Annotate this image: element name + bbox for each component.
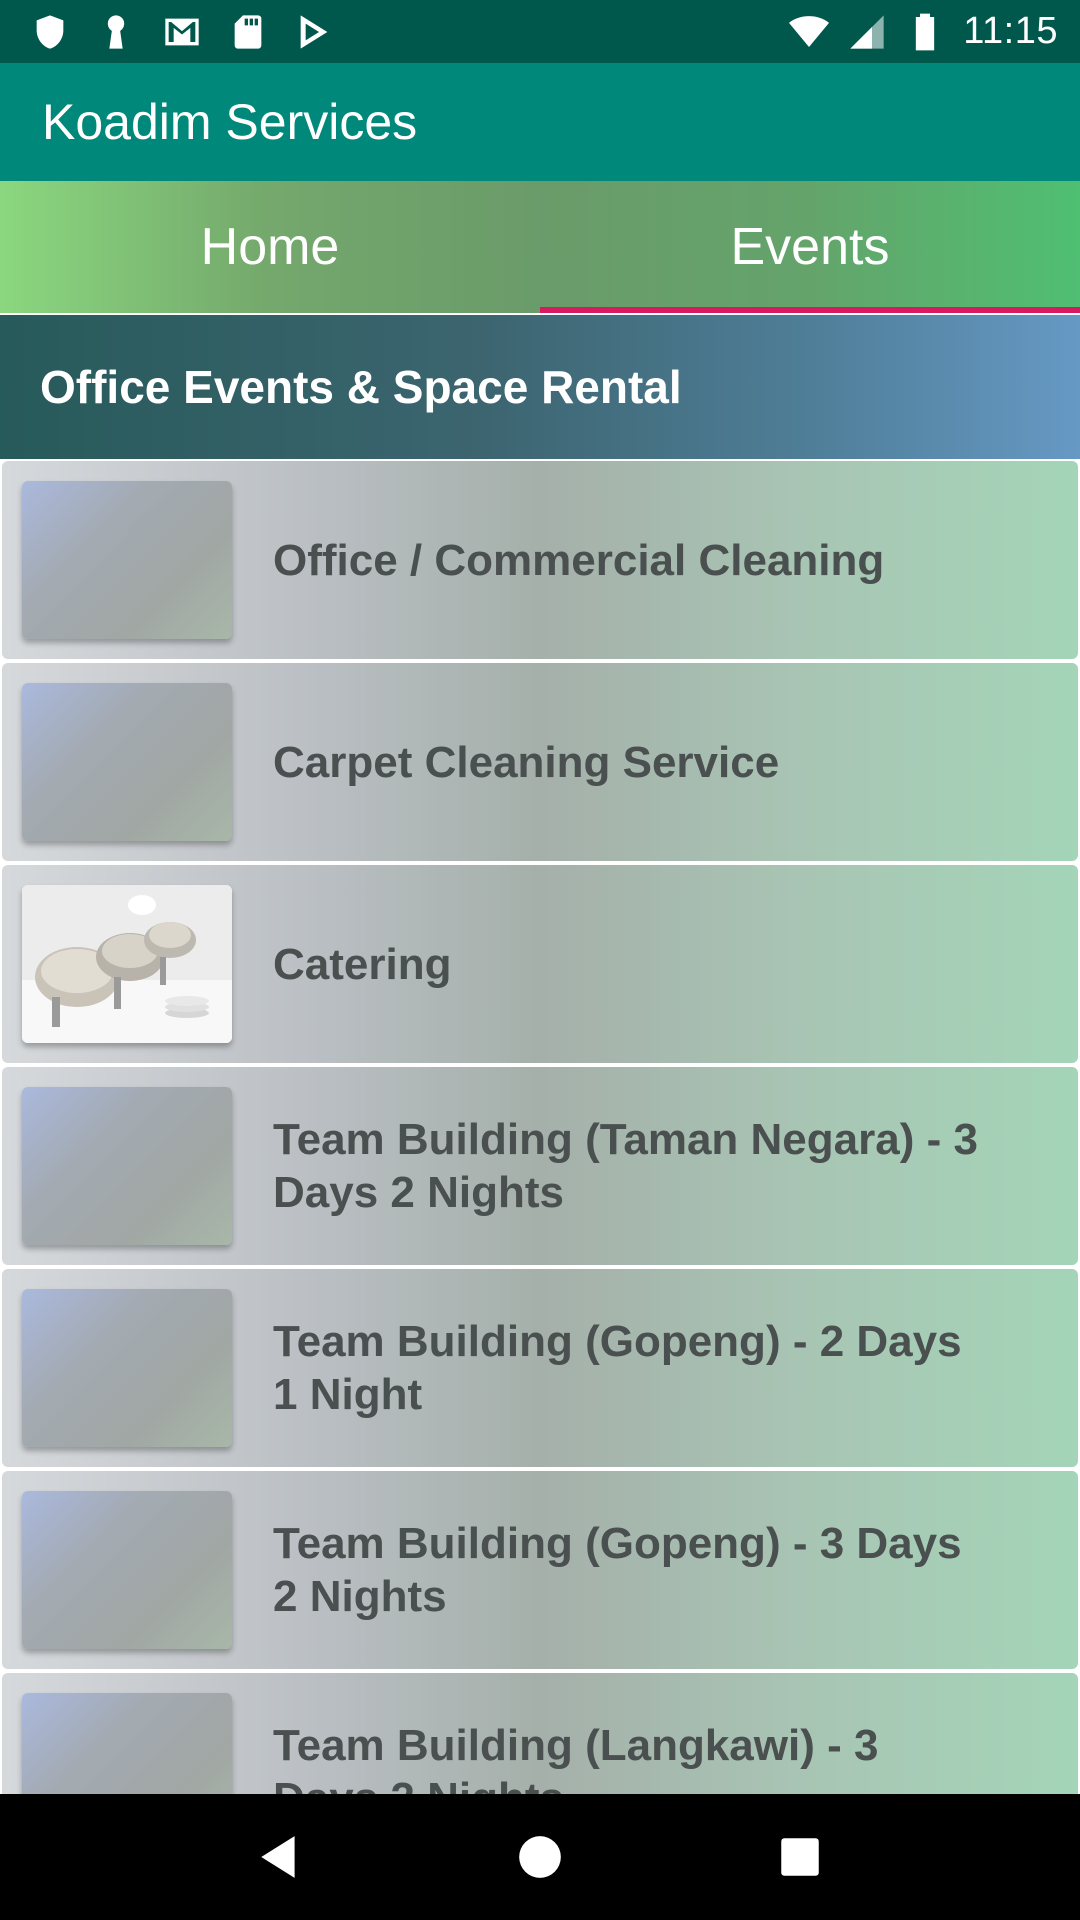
item-thumbnail — [22, 1289, 232, 1447]
item-label: Team Building (Taman Negara) - 3 Days 2 … — [273, 1115, 978, 1217]
item-label: Catering — [273, 940, 452, 989]
wifi-icon — [789, 12, 830, 52]
item-thumbnail — [22, 1693, 232, 1794]
list-item-team-building-langkawi[interactable]: Team Building (Langkawi) - 3 Days 2 Nigh… — [2, 1673, 1078, 1794]
shield-icon — [30, 12, 70, 52]
keyhole-icon — [96, 12, 136, 52]
item-label: Team Building (Gopeng) - 3 Days 2 Nights — [273, 1519, 962, 1621]
tab-bar: Home Events — [0, 181, 1080, 313]
list-item-team-building-gopeng-3d2n[interactable]: Team Building (Gopeng) - 3 Days 2 Nights — [2, 1471, 1078, 1669]
recents-icon[interactable] — [760, 1817, 840, 1897]
section-title: Office Events & Space Rental — [40, 361, 682, 413]
battery-icon — [905, 12, 945, 52]
item-label: Team Building (Gopeng) - 2 Days 1 Night — [273, 1317, 962, 1419]
status-bar: 11:15 — [0, 0, 1080, 63]
status-clock: 11:15 — [963, 10, 1058, 52]
list-item-team-building-gopeng-2d1n[interactable]: Team Building (Gopeng) - 2 Days 1 Night — [2, 1269, 1078, 1467]
home-icon[interactable] — [500, 1817, 580, 1897]
back-icon[interactable] — [240, 1817, 320, 1897]
list-item-carpet-cleaning[interactable]: Carpet Cleaning Service — [2, 663, 1078, 861]
system-nav-bar — [0, 1794, 1080, 1920]
item-thumbnail — [22, 1491, 232, 1649]
gmail-icon — [162, 12, 202, 52]
item-thumbnail — [22, 683, 232, 841]
play-store-icon — [294, 12, 334, 52]
signal-icon — [847, 12, 887, 52]
item-label: Office / Commercial Cleaning — [273, 536, 885, 585]
events-list[interactable]: Office / Commercial Cleaning Carpet Clea… — [0, 461, 1080, 1794]
section-header: Office Events & Space Rental — [0, 315, 1080, 459]
item-label: Team Building (Langkawi) - 3 Days 2 Nigh… — [273, 1721, 879, 1794]
item-thumbnail — [22, 481, 232, 639]
list-item-team-building-taman-negara[interactable]: Team Building (Taman Negara) - 3 Days 2 … — [2, 1067, 1078, 1265]
app-title: Koadim Services — [42, 94, 418, 150]
status-left-icons — [30, 12, 334, 52]
list-item-catering[interactable]: Catering — [2, 865, 1078, 1063]
sd-card-icon — [228, 12, 268, 52]
item-label: Carpet Cleaning Service — [273, 738, 780, 787]
tab-events[interactable]: Events — [540, 181, 1080, 313]
app-bar: Koadim Services — [0, 63, 1080, 181]
catering-photo — [22, 885, 232, 1043]
tab-home[interactable]: Home — [0, 181, 540, 313]
status-right-icons: 11:15 — [789, 10, 1058, 53]
list-item-office-cleaning[interactable]: Office / Commercial Cleaning — [2, 461, 1078, 659]
item-thumbnail — [22, 1087, 232, 1245]
